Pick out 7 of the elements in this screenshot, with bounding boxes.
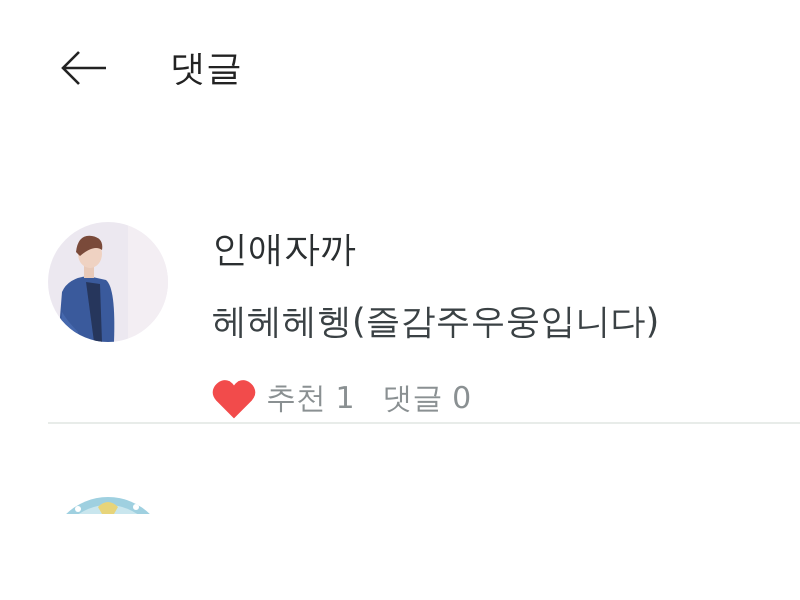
comment-text: 헤헤헤헹(즐감주우웅입니다): [212, 301, 660, 344]
page-title: 댓글: [170, 46, 242, 90]
like-count[interactable]: 추천 1: [266, 378, 355, 419]
author-name: 인애자까: [212, 228, 357, 272]
heart-icon[interactable]: [212, 378, 256, 418]
back-icon[interactable]: [60, 50, 108, 86]
reply-count[interactable]: 댓글 0: [382, 378, 472, 419]
